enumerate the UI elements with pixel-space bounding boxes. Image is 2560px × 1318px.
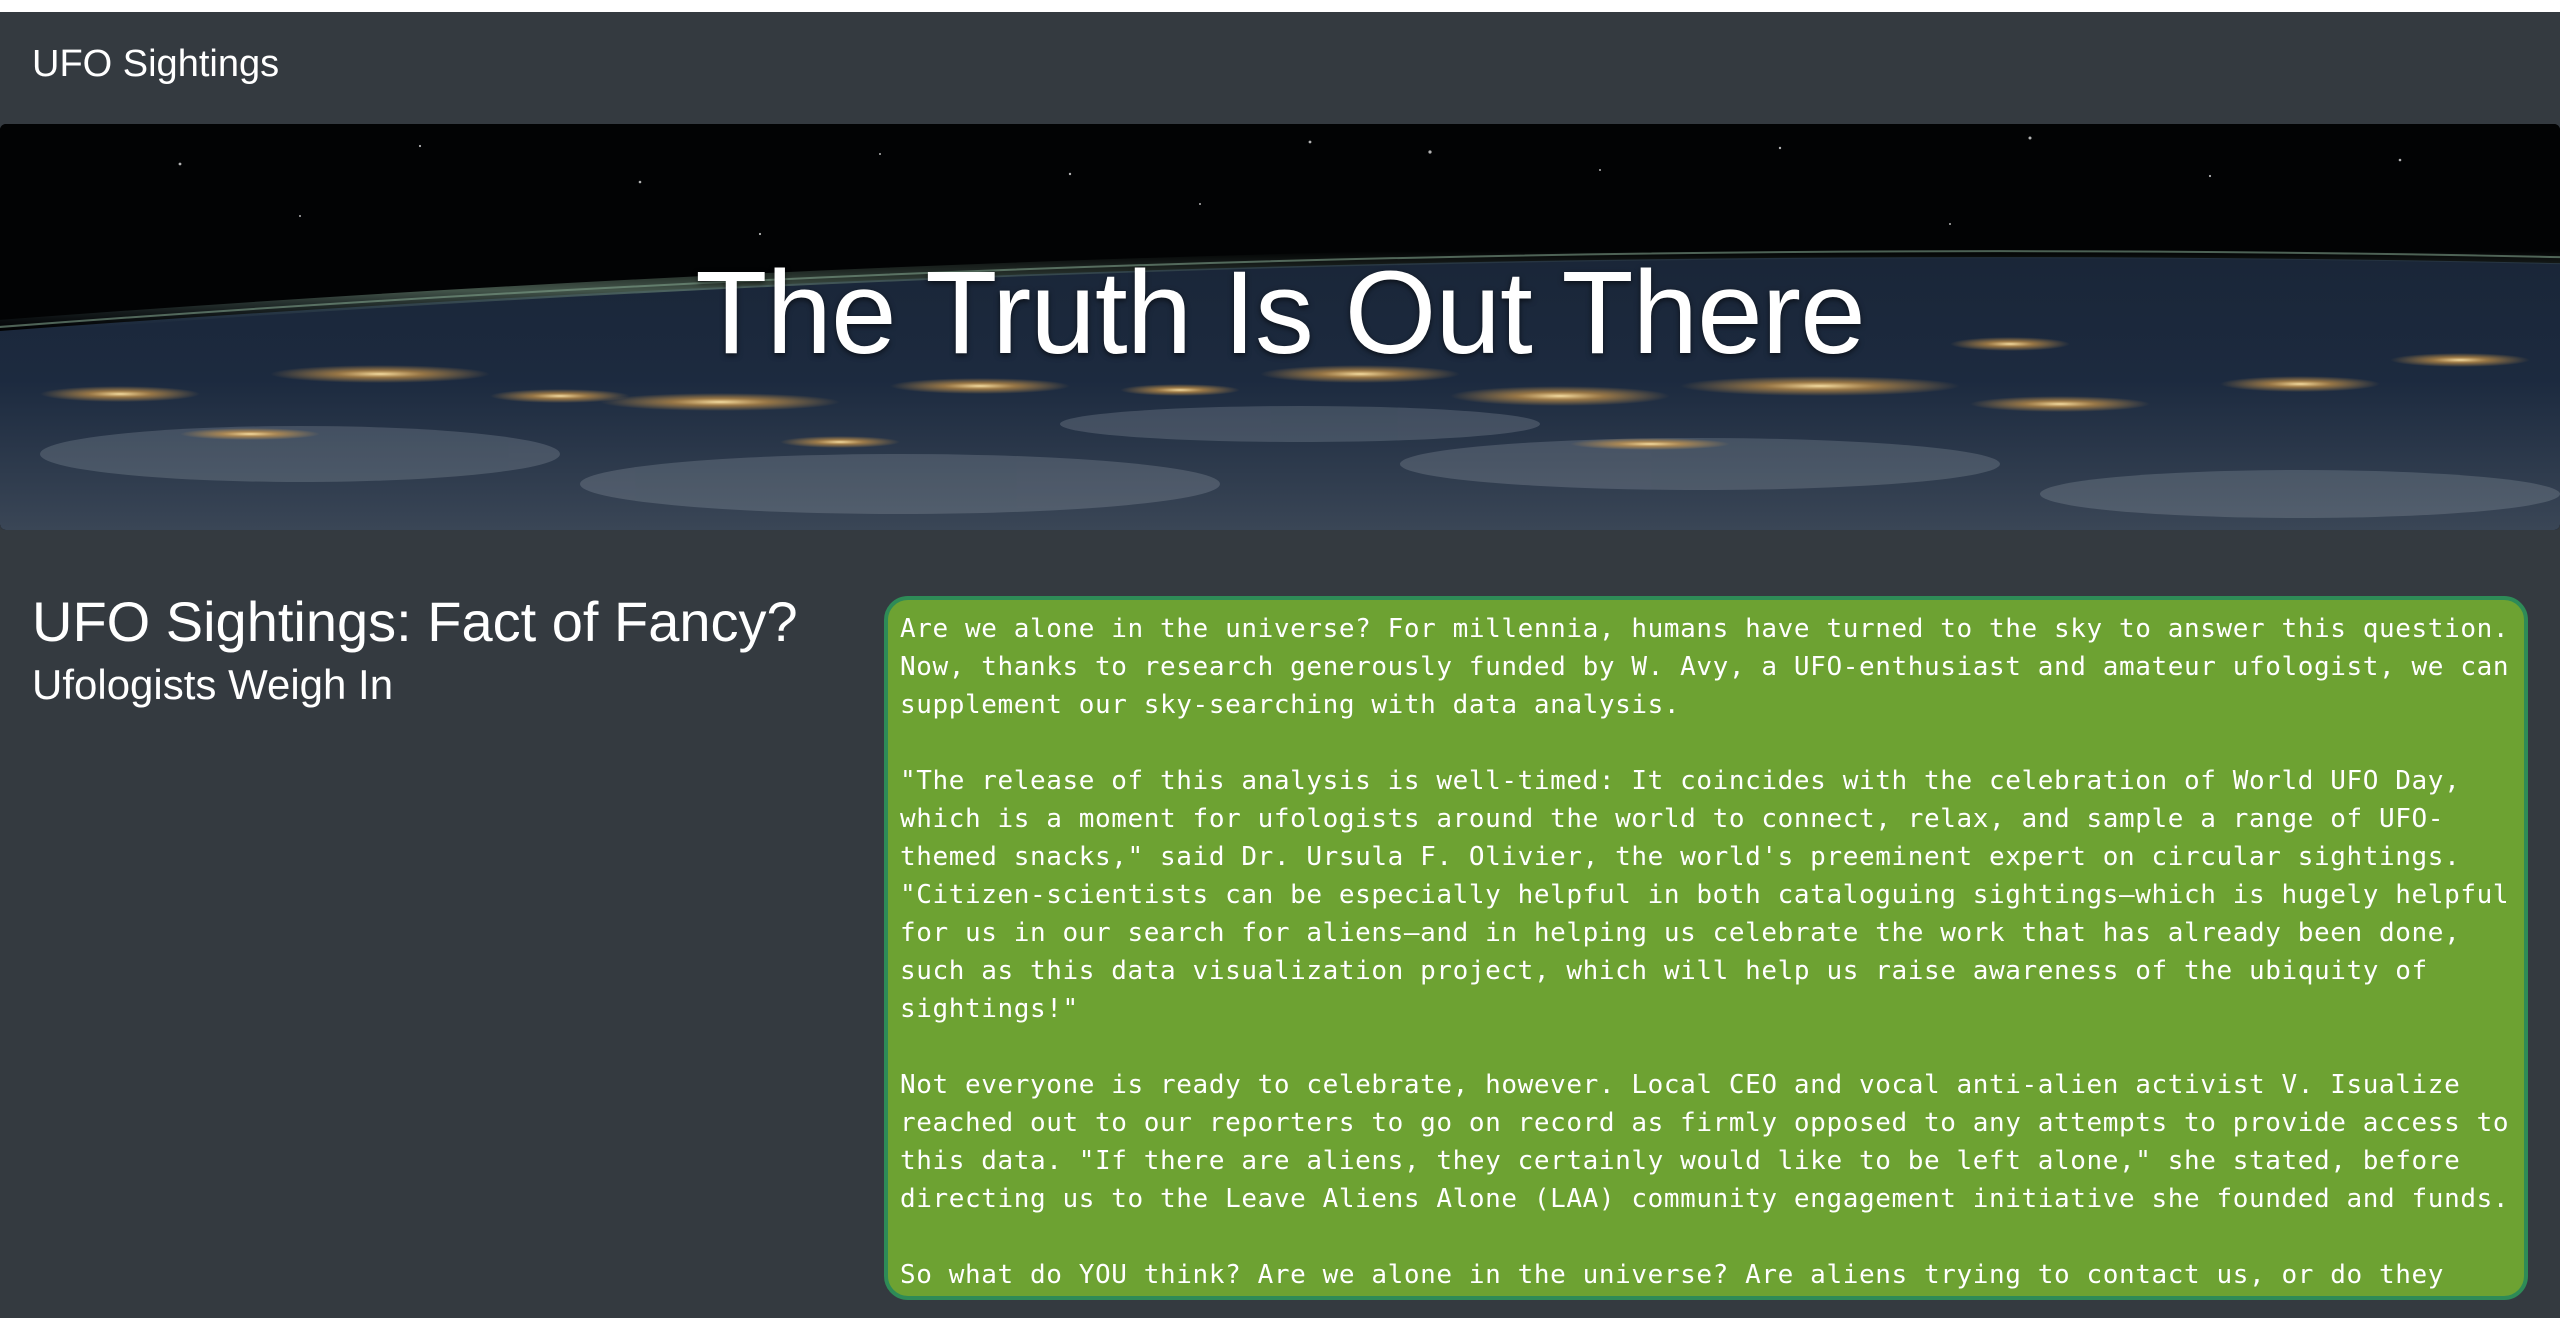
navbar: UFO Sightings <box>0 12 2560 124</box>
article-heading-group: UFO Sightings: Fact of Fancy? Ufologists… <box>32 590 852 711</box>
article-body: Are we alone in the universe? For millen… <box>884 596 2528 1300</box>
article-headline: UFO Sightings: Fact of Fancy? <box>32 590 798 653</box>
hero-title: The Truth Is Out There <box>695 247 1865 379</box>
article-paragraph-intro: Are we alone in the universe? For millen… <box>900 614 2510 720</box>
hero-banner: The Truth Is Out There <box>0 124 2560 530</box>
top-strip <box>0 0 2560 12</box>
article-subheadline: Ufologists Weigh In <box>32 661 394 709</box>
article-paragraph-opposition: Not everyone is ready to celebrate, howe… <box>900 1070 2510 1214</box>
article-paragraph-closing: So what do YOU think? Are we alone in th… <box>900 1260 2445 1290</box>
navbar-brand-link[interactable]: UFO Sightings <box>32 42 279 88</box>
article-paragraph-quote: "The release of this analysis is well-ti… <box>900 766 2510 1024</box>
